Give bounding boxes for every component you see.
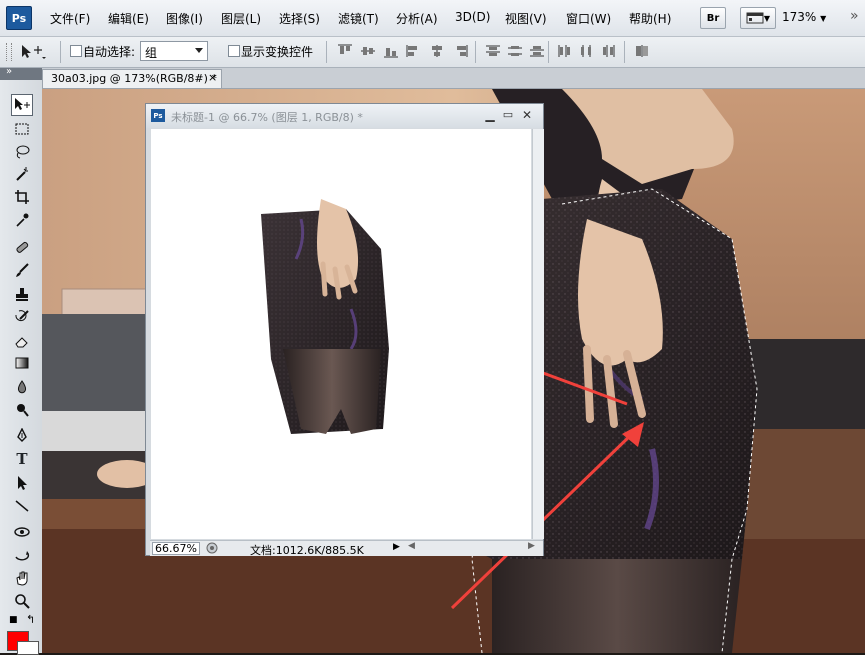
- screen-mode-icon: [746, 12, 764, 24]
- path-select-icon[interactable]: [11, 472, 33, 494]
- document-status-bar: 66.67% 文档:1012.6K/885.5K ▶ ◀ ▶: [150, 540, 543, 557]
- healing-brush-icon[interactable]: [11, 236, 33, 258]
- tab-close-icon[interactable]: ×: [208, 71, 217, 84]
- hscroll-left-icon[interactable]: ◀: [408, 541, 415, 551]
- type-tool-icon[interactable]: T: [11, 448, 33, 470]
- toolbox-header[interactable]: »: [0, 66, 42, 80]
- auto-select-label: 自动选择:: [83, 45, 136, 59]
- eraser-icon[interactable]: [11, 330, 33, 352]
- vertical-scrollbar[interactable]: [532, 129, 544, 539]
- status-document-size: 文档:1012.6K/885.5K: [250, 544, 364, 557]
- tab-30a03[interactable]: 30a03.jpg @ 173%(RGB/8#) *: [42, 69, 222, 88]
- photoshop-logo: Ps: [6, 6, 32, 30]
- separator: [624, 41, 625, 63]
- align-hcenter-icon[interactable]: [429, 44, 445, 58]
- distribute-bottom-icon[interactable]: [529, 44, 545, 58]
- menu-3d[interactable]: 3D(D): [455, 10, 490, 24]
- show-transform-checkbox[interactable]: [228, 45, 240, 57]
- history-brush-icon[interactable]: [11, 306, 33, 328]
- hscroll-right-icon[interactable]: ▶: [528, 541, 535, 551]
- pen-tool-icon[interactable]: [11, 425, 33, 447]
- document-window-title: 未标题-1 @ 66.7% (图层 1, RGB/8) *: [171, 111, 363, 124]
- minimize-icon[interactable]: ▁: [482, 108, 498, 122]
- distribute-vcenter-icon[interactable]: [507, 44, 523, 58]
- crop-tool-icon[interactable]: [11, 186, 33, 208]
- dodge-tool-icon[interactable]: [11, 399, 33, 421]
- overflow-icon[interactable]: »: [850, 8, 859, 24]
- distribute-right-icon[interactable]: [601, 44, 617, 58]
- align-bottom-icon[interactable]: [383, 44, 399, 58]
- show-transform-label: 显示变换控件: [241, 45, 314, 59]
- distribute-top-icon[interactable]: [485, 44, 501, 58]
- menu-view[interactable]: 视图(V): [505, 10, 547, 27]
- status-menu-arrow-icon[interactable]: ▶: [393, 542, 400, 552]
- screen-mode-button[interactable]: ▼: [740, 7, 776, 29]
- move-tool-preset-icon[interactable]: [20, 44, 46, 60]
- menu-edit[interactable]: 编辑(E): [108, 10, 149, 27]
- auto-align-icon[interactable]: [634, 44, 650, 58]
- document-tab-bar: 30a03.jpg @ 173%(RGB/8#) *: [42, 68, 865, 89]
- move-tool-icon[interactable]: [11, 94, 33, 116]
- line-tool-icon[interactable]: [11, 495, 33, 517]
- zoom-level-select[interactable]: 173% ▼: [782, 10, 826, 24]
- ps-document-icon: Ps: [151, 109, 165, 122]
- distribute-hcenter-icon[interactable]: [579, 44, 595, 58]
- menu-bar: Ps 文件(F) 编辑(E) 图像(I) 图层(L) 选择(S) 滤镜(T) 分…: [0, 0, 865, 37]
- document-window-titlebar[interactable]: Ps 未标题-1 @ 66.7% (图层 1, RGB/8) * ▁ ▭ ✕: [146, 104, 543, 128]
- status-info-icon[interactable]: [205, 542, 219, 554]
- hand-tool-icon[interactable]: [11, 567, 33, 589]
- auto-select-checkbox[interactable]: [70, 45, 82, 57]
- menu-file[interactable]: 文件(F): [50, 10, 90, 27]
- marquee-tool-icon[interactable]: [11, 118, 33, 140]
- 3d-rotate-icon[interactable]: [11, 521, 33, 543]
- menu-layer[interactable]: 图层(L): [221, 10, 261, 27]
- align-vcenter-icon[interactable]: [360, 44, 376, 58]
- zoom-tool-icon[interactable]: [11, 590, 33, 612]
- skirt-cutout-image: [261, 199, 389, 434]
- clone-stamp-icon[interactable]: [11, 283, 33, 305]
- swap-colors-icon[interactable]: ↰: [26, 613, 35, 626]
- menu-image[interactable]: 图像(I): [166, 10, 203, 27]
- grip-handle[interactable]: [6, 43, 12, 61]
- document-window[interactable]: Ps 未标题-1 @ 66.7% (图层 1, RGB/8) * ▁ ▭ ✕ 6…: [145, 103, 544, 557]
- menu-help[interactable]: 帮助(H): [629, 10, 671, 27]
- separator: [60, 41, 61, 63]
- separator: [475, 41, 476, 63]
- close-icon[interactable]: ✕: [519, 108, 535, 122]
- menu-select[interactable]: 选择(S): [279, 10, 320, 27]
- separator: [548, 41, 549, 63]
- align-right-icon[interactable]: [452, 44, 468, 58]
- document-canvas[interactable]: [151, 129, 531, 539]
- default-colors-icon[interactable]: ■: [9, 615, 18, 625]
- 3d-orbit-icon[interactable]: [11, 544, 33, 566]
- bridge-button[interactable]: Br: [700, 7, 726, 29]
- align-left-icon[interactable]: [406, 44, 422, 58]
- auto-select-dropdown[interactable]: 组: [140, 41, 208, 61]
- maximize-icon[interactable]: ▭: [500, 108, 516, 121]
- align-top-icon[interactable]: [337, 44, 353, 58]
- lasso-tool-icon[interactable]: [11, 141, 33, 163]
- menu-window[interactable]: 窗口(W): [566, 10, 611, 27]
- menu-filter[interactable]: 滤镜(T): [338, 10, 379, 27]
- status-zoom-field[interactable]: 66.67%: [152, 542, 200, 555]
- eyedropper-icon[interactable]: [11, 209, 33, 231]
- brush-tool-icon[interactable]: [11, 259, 33, 281]
- gradient-tool-icon[interactable]: [11, 352, 33, 374]
- distribute-left-icon[interactable]: [557, 44, 573, 58]
- magic-wand-icon[interactable]: [11, 163, 33, 185]
- menu-analysis[interactable]: 分析(A): [396, 10, 438, 27]
- blur-tool-icon[interactable]: [11, 376, 33, 398]
- separator: [326, 41, 327, 63]
